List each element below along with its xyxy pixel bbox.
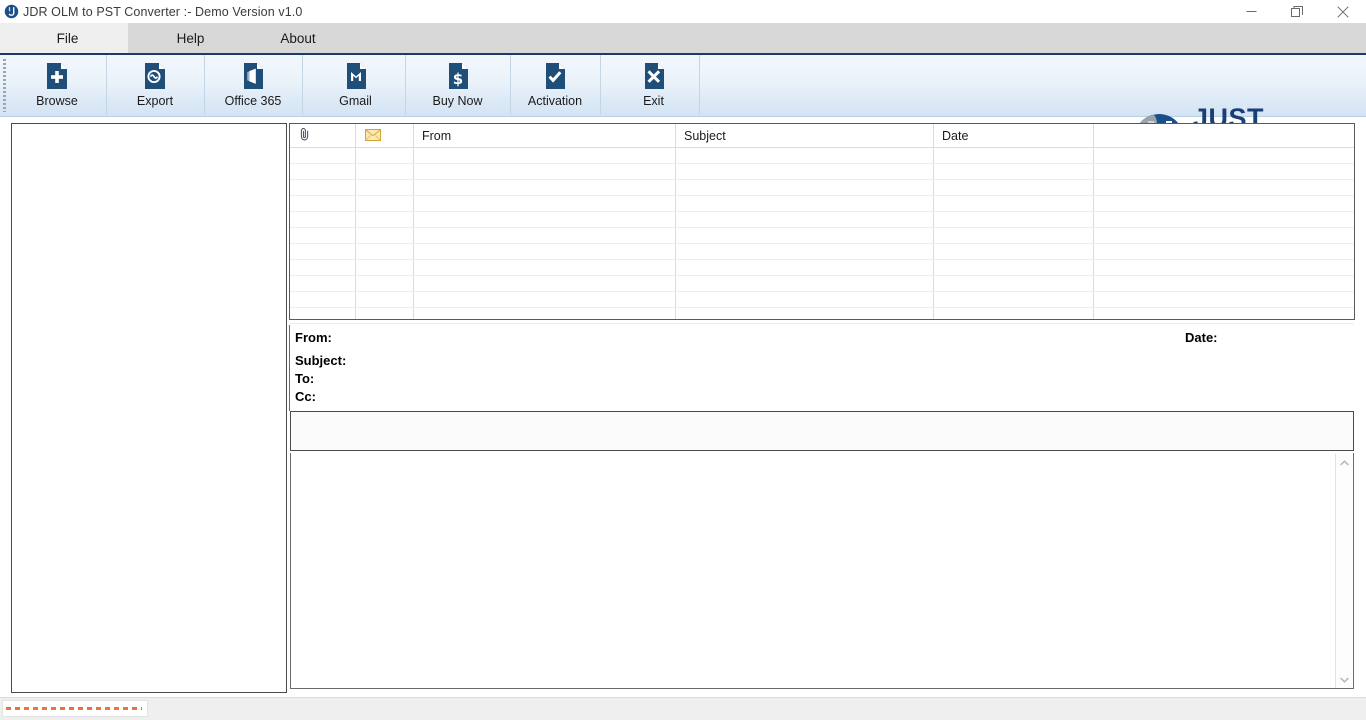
- message-header-fields: From: Subject: To: Cc: Date:: [289, 325, 1355, 411]
- tab-about[interactable]: About: [253, 23, 343, 53]
- window-title: JDR OLM to PST Converter :- Demo Version…: [23, 4, 303, 19]
- export-button-label: Export: [136, 94, 174, 108]
- toolbar-grip-handle[interactable]: [3, 59, 6, 112]
- field-label-subject: Subject:: [295, 353, 347, 368]
- exit-button[interactable]: Exit: [608, 55, 700, 115]
- column-header-subject[interactable]: Subject: [676, 124, 934, 148]
- table-row[interactable]: [290, 148, 1354, 164]
- table-row[interactable]: [290, 276, 1354, 292]
- chevron-up-icon[interactable]: [1336, 454, 1353, 471]
- mail-list-rows[interactable]: [290, 148, 1354, 324]
- activation-button-label: Activation: [527, 94, 583, 108]
- status-bar: [0, 697, 1366, 720]
- browse-button[interactable]: Browse: [8, 55, 107, 115]
- title-bar: JDR OLM to PST Converter :- Demo Version…: [0, 0, 1366, 24]
- attachment-strip[interactable]: [290, 411, 1354, 451]
- message-body-pane[interactable]: [290, 453, 1354, 689]
- table-row[interactable]: [290, 308, 1354, 324]
- gmail-button[interactable]: Gmail: [306, 55, 406, 115]
- restore-icon[interactable]: [1274, 0, 1320, 23]
- minimize-icon[interactable]: [1228, 0, 1274, 23]
- table-row[interactable]: [290, 212, 1354, 228]
- gmail-button-label: Gmail: [339, 94, 372, 108]
- toolbar: Browse Export Office 365 Gmail $ Buy Now…: [0, 55, 1366, 175]
- office365-icon: [240, 62, 266, 90]
- office365-button-label: Office 365: [224, 94, 282, 108]
- mail-list-header: From Subject Date: [290, 124, 1354, 148]
- field-label-date: Date:: [1185, 330, 1218, 345]
- office365-button[interactable]: Office 365: [204, 55, 303, 115]
- table-row[interactable]: [290, 244, 1354, 260]
- column-header-from[interactable]: From: [414, 124, 676, 148]
- exit-button-label: Exit: [643, 94, 664, 108]
- table-row[interactable]: [290, 180, 1354, 196]
- tab-strip-left-edge: [0, 23, 7, 53]
- field-label-cc: Cc:: [295, 389, 316, 404]
- activation-button[interactable]: Activation: [510, 55, 601, 115]
- paperclip-icon: [299, 127, 311, 145]
- column-header-read-status[interactable]: [356, 124, 414, 148]
- gmail-m-icon: [343, 62, 369, 90]
- tab-file[interactable]: File: [7, 23, 128, 53]
- envelope-icon: [365, 128, 381, 144]
- file-export-icon: [142, 62, 168, 90]
- dollar-icon: $: [445, 62, 471, 90]
- table-row[interactable]: [290, 228, 1354, 244]
- table-row[interactable]: [290, 164, 1354, 180]
- column-header-date[interactable]: Date: [934, 124, 1094, 148]
- chevron-down-icon[interactable]: [1336, 671, 1353, 688]
- close-x-icon: [641, 62, 667, 90]
- column-header-attachment[interactable]: [290, 124, 356, 148]
- buy-now-button[interactable]: $ Buy Now: [405, 55, 511, 115]
- buy-now-button-label: Buy Now: [432, 94, 483, 108]
- mail-area: From Subject Date From: Subject: To: Cc:…: [289, 123, 1355, 691]
- body-vertical-scrollbar[interactable]: [1335, 454, 1352, 688]
- table-row[interactable]: [290, 260, 1354, 276]
- check-icon: [542, 62, 568, 90]
- export-button[interactable]: Export: [106, 55, 205, 115]
- file-plus-icon: [44, 62, 70, 90]
- folder-tree-panel[interactable]: [11, 123, 287, 693]
- svg-text:$: $: [452, 70, 462, 88]
- browse-button-label: Browse: [36, 94, 78, 108]
- close-icon[interactable]: [1320, 0, 1366, 23]
- column-header-spacer: [1094, 124, 1356, 148]
- jd-logo-icon: [0, 1, 22, 23]
- field-label-from: From:: [295, 330, 332, 345]
- table-row[interactable]: [290, 196, 1354, 212]
- progress-bar: [2, 700, 148, 717]
- tab-help[interactable]: Help: [128, 23, 253, 53]
- mail-list-grid[interactable]: From Subject Date: [289, 123, 1355, 324]
- application-window: JDR OLM to PST Converter :- Demo Version…: [0, 0, 1366, 720]
- field-label-to: To:: [295, 371, 315, 386]
- table-row[interactable]: [290, 292, 1354, 308]
- menu-tab-strip: File Help About: [0, 23, 1366, 55]
- progress-bar-fill: [6, 707, 142, 710]
